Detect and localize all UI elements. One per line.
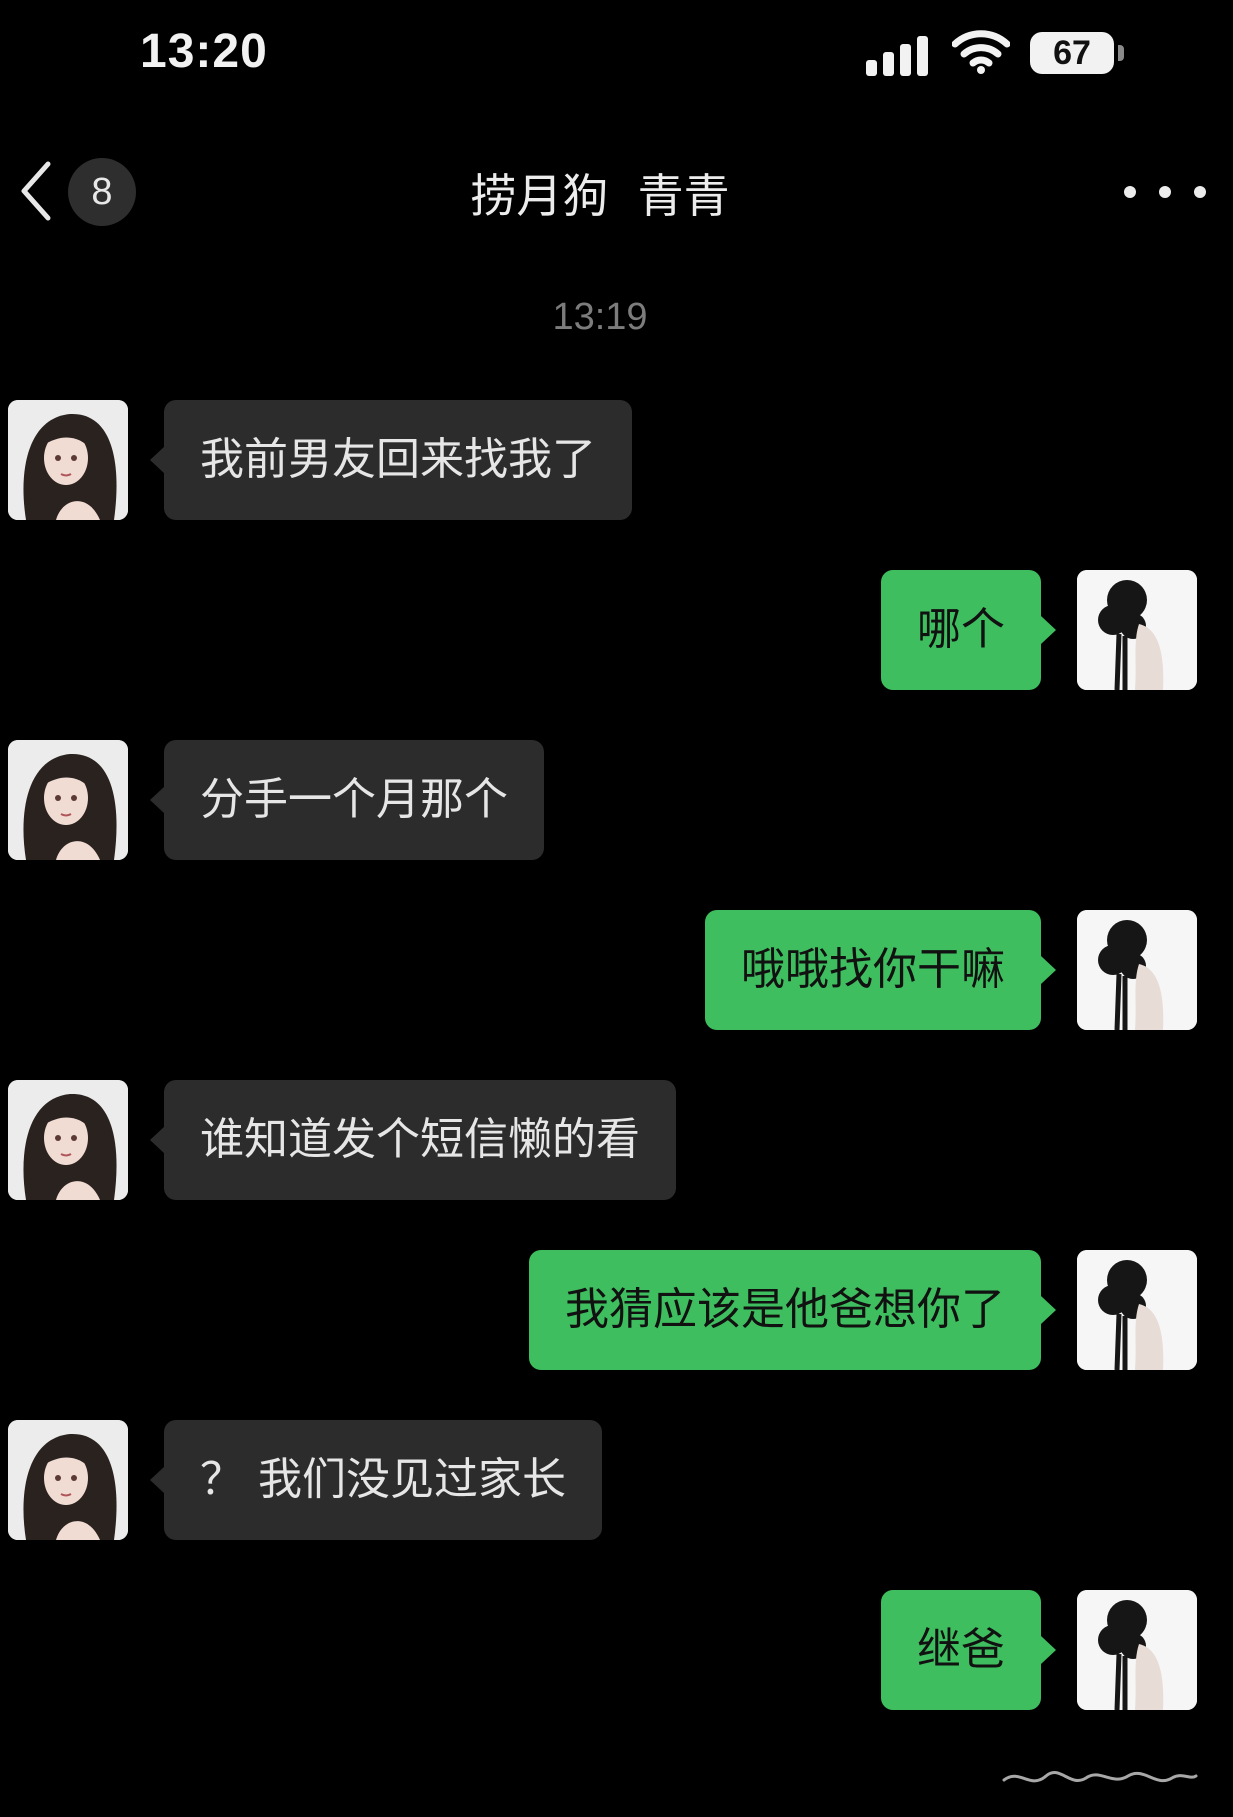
battery-cap — [1118, 45, 1124, 61]
chat-timestamp: 13:19 — [552, 296, 648, 338]
unread-count-badge[interactable]: 8 — [68, 158, 136, 226]
user-avatar[interactable] — [1077, 1250, 1197, 1370]
contact-avatar[interactable] — [8, 1420, 128, 1540]
message-row-outgoing: 我猜应该是他爸想你了 — [0, 1250, 1233, 1370]
message-bubble-incoming[interactable]: 分手一个月那个 — [150, 740, 544, 860]
message-row-incoming: 谁知道发个短信懒的看 — [0, 1080, 1233, 1200]
user-avatar[interactable] — [1077, 570, 1197, 690]
message-row-incoming: 分手一个月那个 — [0, 740, 1233, 860]
status-bar: 13:20 67 — [0, 0, 1233, 110]
chevron-left-icon[interactable] — [18, 160, 54, 222]
message-bubble-outgoing[interactable]: 我猜应该是他爸想你了 — [529, 1250, 1056, 1370]
message-bubble-outgoing[interactable]: 哪个 — [881, 570, 1056, 690]
message-bubble-outgoing[interactable]: 哦哦找你干嘛 — [705, 910, 1056, 1030]
chat-title: 捞月狗 青青 — [470, 169, 730, 223]
message-row-incoming: 我前男友回来找我了 — [0, 400, 1233, 520]
contact-avatar[interactable] — [8, 740, 128, 860]
message-bubble-incoming[interactable]: 谁知道发个短信懒的看 — [150, 1080, 676, 1200]
battery-indicator: 67 — [1030, 32, 1114, 74]
chat-header: 8 捞月狗 青青 — [0, 130, 1233, 250]
contact-avatar[interactable] — [8, 1080, 128, 1200]
status-time: 13:20 — [140, 25, 268, 78]
user-avatar[interactable] — [1077, 1590, 1197, 1710]
wifi-icon — [952, 30, 1010, 74]
contact-avatar[interactable] — [8, 400, 128, 520]
message-row-outgoing: 继爸 — [0, 1590, 1233, 1710]
message-bubble-incoming[interactable]: 我前男友回来找我了 — [150, 400, 632, 520]
message-bubble-incoming[interactable]: ？ 我们没见过家长 — [150, 1420, 602, 1540]
battery-level: 67 — [1053, 33, 1091, 72]
more-dots-icon[interactable] — [1122, 182, 1208, 202]
message-row-outgoing: 哦哦找你干嘛 — [0, 910, 1233, 1030]
cellular-signal-icon — [866, 30, 930, 76]
watermark — [1002, 1771, 1198, 1783]
user-avatar[interactable] — [1077, 910, 1197, 1030]
message-bubble-outgoing[interactable]: 继爸 — [881, 1590, 1056, 1710]
message-row-incoming: ？ 我们没见过家长 — [0, 1420, 1233, 1540]
message-row-outgoing: 哪个 — [0, 570, 1233, 690]
